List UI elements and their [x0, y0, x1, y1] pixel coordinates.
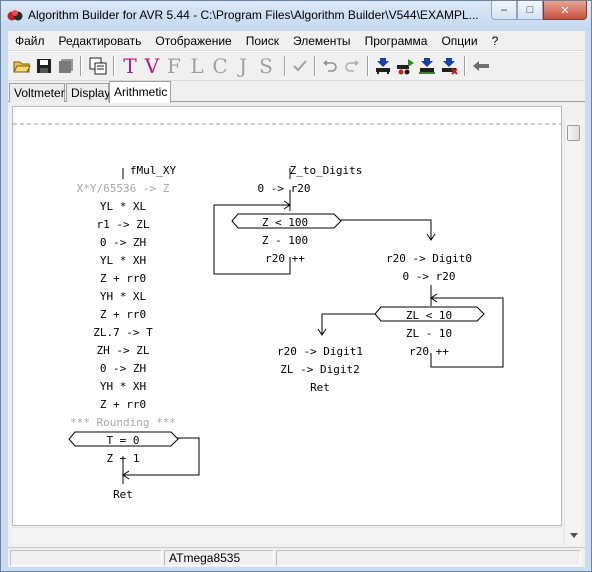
status-cell-empty	[10, 550, 162, 566]
letter-c-button[interactable]: C	[211, 54, 229, 78]
op-mid-first: 0 -> r20	[257, 182, 311, 195]
title-bar: Algorithm Builder for AVR 5.44 - C:\Prog…	[1, 1, 591, 31]
tab-voltmeter[interactable]: Voltmeter	[9, 83, 65, 102]
op-right-2: r20 ++	[409, 345, 449, 358]
erase-chip-icon[interactable]	[438, 55, 460, 77]
menu-program[interactable]: Программа	[358, 34, 435, 48]
op-left-2: r1 -> ZL	[96, 218, 150, 231]
editor-panel: fMul_XY X*Y/65536 -> Z YL * XL r1 -> ZL …	[8, 102, 585, 547]
status-bar: ATmega8535	[8, 547, 585, 567]
op-left-12: Z + rr0	[99, 398, 147, 411]
compile-icon[interactable]	[372, 55, 394, 77]
toolbar-separator	[80, 56, 82, 76]
scroll-down-icon[interactable]	[565, 527, 582, 544]
comment-fmul: X*Y/65536 -> Z	[76, 182, 170, 195]
op-left-5: Z + rr0	[99, 272, 147, 285]
op-left-6: YH * XL	[99, 290, 147, 303]
app-logo-icon	[7, 10, 23, 21]
app-window: Algorithm Builder for AVR 5.44 - C:\Prog…	[0, 0, 592, 572]
letter-t-button[interactable]: T	[121, 54, 139, 78]
checkmark-icon[interactable]	[289, 55, 311, 77]
open-folder-icon[interactable]	[11, 55, 33, 77]
op-branch-2: ZL -> Digit2	[280, 363, 360, 376]
letter-f-button[interactable]: F	[165, 54, 183, 78]
window-title: Algorithm Builder for AVR 5.44 - C:\Prog…	[28, 8, 479, 22]
menu-file[interactable]: Файл	[8, 34, 52, 48]
letter-s-button[interactable]: S	[257, 54, 275, 78]
toolbar-separator	[367, 56, 369, 76]
op-branch-1: r20 -> Digit1	[276, 345, 364, 358]
undo-icon[interactable]	[319, 55, 341, 77]
op-left-7: Z + rr0	[99, 308, 147, 321]
redo-icon[interactable]	[341, 55, 363, 77]
program-chip-icon[interactable]	[416, 55, 438, 77]
save-all-icon[interactable]	[55, 55, 77, 77]
op-left-3: 0 -> ZH	[99, 236, 147, 249]
op-left-9: ZH -> ZL	[96, 344, 150, 357]
op-mid-1: Z - 100	[261, 234, 309, 247]
ret-right: Ret	[310, 381, 330, 394]
letter-v-button[interactable]: V	[143, 54, 161, 78]
tab-display[interactable]: Display	[66, 83, 110, 102]
horizontal-scrollbar[interactable]	[12, 527, 562, 544]
scroll-thumb[interactable]	[567, 125, 580, 141]
status-chip: ATmega8535	[164, 550, 274, 566]
vertical-scrollbar[interactable]	[564, 120, 582, 545]
menu-view[interactable]: Отображение	[148, 34, 238, 48]
letter-l-button[interactable]: L	[188, 54, 206, 78]
op-left-11: YH * XH	[99, 380, 147, 393]
menu-edit[interactable]: Редактировать	[52, 34, 149, 48]
op-left-4: YL * XH	[99, 254, 147, 267]
menu-bar: Файл Редактировать Отображение Поиск Эле…	[8, 31, 585, 51]
op-left-after: Z + 1	[106, 452, 140, 465]
status-cell-info	[276, 550, 581, 566]
toolbar-separator	[113, 56, 115, 76]
menu-elements[interactable]: Элементы	[286, 34, 358, 48]
copy-window-icon[interactable]	[87, 55, 109, 77]
cond-left: T = 0	[106, 434, 140, 447]
toolbar-separator	[314, 56, 316, 76]
minimize-button[interactable]: –	[491, 1, 517, 20]
menu-search[interactable]: Поиск	[239, 34, 286, 48]
comment-rounding: *** Rounding ***	[70, 416, 176, 429]
op-left-8: ZL.7 -> T	[93, 326, 153, 339]
op-left-1: YL * XL	[99, 200, 147, 213]
op-left-10: 0 -> ZH	[99, 362, 147, 375]
menu-options[interactable]: Опции	[434, 34, 484, 48]
algorithm-canvas[interactable]: fMul_XY X*Y/65536 -> Z YL * XL r1 -> ZL …	[12, 106, 562, 526]
op-mid-2: r20 ++	[265, 252, 305, 265]
run-chip-icon[interactable]	[394, 55, 416, 77]
tab-arithmetic[interactable]: Arithmetic	[109, 81, 171, 103]
save-icon[interactable]	[33, 55, 55, 77]
caption-buttons: – □ ✕	[491, 1, 587, 21]
cond-right: ZL < 10	[405, 309, 453, 322]
tab-strip: Voltmeter Display Arithmetic	[8, 81, 585, 103]
back-arrow-icon[interactable]	[470, 55, 492, 77]
ret-left: Ret	[113, 488, 133, 501]
maximize-button[interactable]: □	[517, 1, 543, 20]
toolbar-separator	[284, 56, 286, 76]
toolbar-separator	[464, 56, 466, 76]
label-fmul-xy: fMul_XY	[129, 164, 177, 177]
close-button[interactable]: ✕	[543, 1, 587, 20]
op-right-1: ZL - 10	[405, 327, 453, 340]
label-z-to-digits: Z_to_Digits	[289, 164, 363, 177]
cond-mid: Z < 100	[261, 216, 309, 229]
toolbar: T V F L C J S	[8, 51, 585, 81]
op-right-top-1: r20 -> Digit0	[385, 252, 473, 265]
op-right-top-2: 0 -> r20	[402, 270, 456, 283]
menu-help[interactable]: ?	[485, 34, 506, 48]
letter-j-button[interactable]: J	[234, 54, 252, 78]
